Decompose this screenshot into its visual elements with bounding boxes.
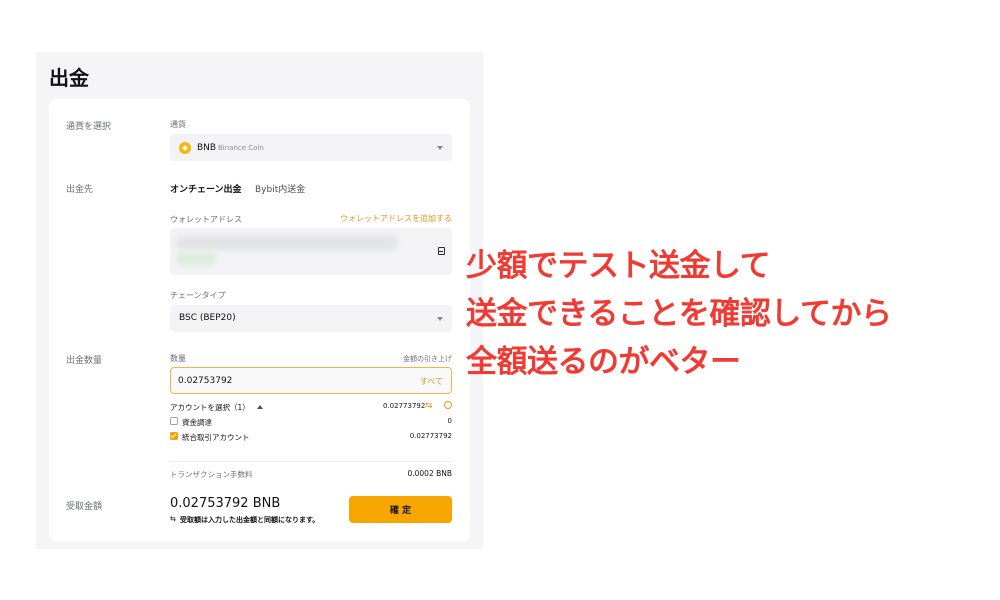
- chevron-down-icon: [437, 145, 443, 150]
- funding-account-label: 資金調達: [182, 418, 212, 427]
- unified-trading-checkbox[interactable]: [170, 432, 178, 440]
- bnb-coin-icon: [179, 142, 191, 154]
- funding-account-checkbox[interactable]: [170, 417, 178, 425]
- amount-value: 0.02753792: [178, 376, 233, 386]
- swap-arrows-icon: ⇆: [170, 515, 176, 523]
- chain-type-select[interactable]: BSC (BEP20): [170, 305, 452, 332]
- refresh-icon[interactable]: [444, 401, 452, 409]
- tab-bybit-transfer[interactable]: Bybit内送金: [255, 182, 305, 195]
- wallet-address-label: ウォレットアドレス: [170, 215, 242, 224]
- amount-row-label: 出金数量: [66, 356, 103, 366]
- account-select-toggle[interactable]: アカウントを選択（1）: [170, 402, 250, 413]
- chevron-up-icon[interactable]: [257, 405, 263, 409]
- redacted-address-tag: [176, 254, 216, 264]
- confirm-button[interactable]: 確 定: [349, 496, 452, 523]
- transaction-fee-label: トランザクション手数料: [170, 470, 253, 479]
- wallet-address-input[interactable]: [170, 228, 452, 275]
- amount-field-label: 数量: [170, 354, 186, 363]
- chevron-down-icon: [437, 316, 443, 321]
- withdraw-form-card: 通貨を選択 通貨 BNB Binance Coin 出金先 オンチェーン出金 B…: [49, 99, 470, 542]
- annotation-line-1: 少額でテスト送金して: [466, 248, 771, 284]
- currency-field-label: 通貨: [170, 120, 186, 129]
- unified-trading-label: 統合取引アカウント: [182, 433, 250, 442]
- redacted-address: [176, 236, 398, 250]
- chain-type-label: チェーンタイプ: [170, 291, 226, 300]
- currency-select[interactable]: BNB Binance Coin: [170, 134, 452, 161]
- max-all-button[interactable]: すべて: [420, 376, 443, 387]
- transaction-fee-value: 0.0002 BNB: [407, 469, 452, 478]
- currency-row-label: 通貨を選択: [66, 122, 112, 132]
- funding-account-balance: 0: [447, 417, 452, 425]
- section-divider: [170, 461, 452, 462]
- unified-trading-balance: 0.02773792: [409, 432, 452, 440]
- tab-onchain-withdraw[interactable]: オンチェーン出金: [170, 182, 242, 195]
- currency-symbol: BNB: [197, 143, 217, 153]
- add-wallet-address-link[interactable]: ウォレットアドレスを追加する: [340, 213, 452, 224]
- annotation-line-2: 送金できることを確認してから: [466, 296, 892, 332]
- amount-input[interactable]: 0.02753792 すべて: [170, 367, 452, 394]
- receive-row-label: 受取金額: [66, 502, 103, 512]
- address-book-icon[interactable]: [438, 247, 445, 255]
- currency-name: Binance Coin: [218, 144, 264, 152]
- destination-row-label: 出金先: [66, 185, 94, 195]
- page-title: 出金: [49, 66, 89, 90]
- raise-limit-link[interactable]: 金額の引き上げ: [403, 354, 452, 364]
- annotation-line-3: 全額送るのがベター: [466, 344, 741, 380]
- chain-type-value: BSC (BEP20): [179, 313, 236, 323]
- withdraw-panel: 出金 通貨を選択 通貨 BNB Binance Coin 出金先 オンチェーン出…: [36, 52, 483, 549]
- account-total-value: 0.02773792: [383, 402, 426, 410]
- receive-note: 受取額は入力した出金額と同額になります。: [180, 516, 320, 524]
- receive-amount: 0.02753792 BNB: [170, 496, 281, 511]
- swap-arrows-icon[interactable]: ⇆: [425, 401, 433, 411]
